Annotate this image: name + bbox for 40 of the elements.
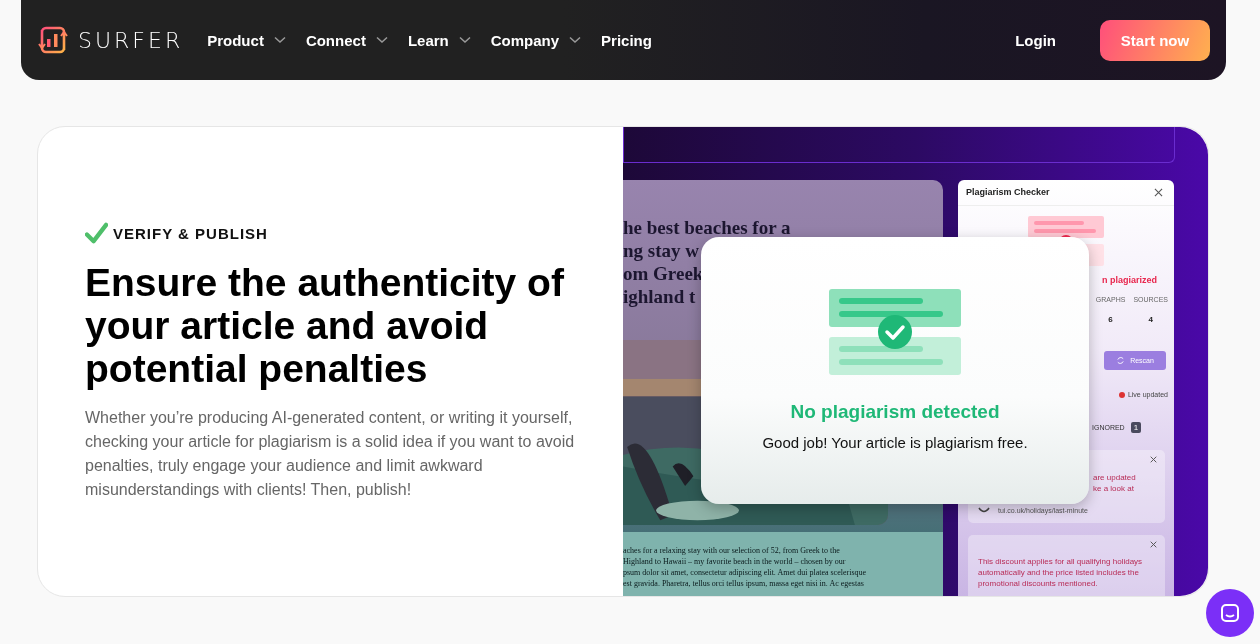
status-text: n plagiarized bbox=[1102, 275, 1157, 285]
article-text-line: est gravida. Pharetra, tellus orci tellus ipsum, massa eget nisi in. Ac egestas bbox=[623, 578, 865, 589]
section-label: VERIFY & PUBLISH bbox=[113, 225, 268, 242]
nav-link[interactable]: Learn bbox=[407, 31, 471, 49]
article-text-line: Highland to Hawaii – my favorite beach in the world – chosen by our bbox=[623, 556, 847, 567]
article-title-line: ighland t bbox=[623, 285, 697, 308]
match-text-line: promotional discounts mentioned. bbox=[978, 578, 1099, 589]
refresh-icon bbox=[1116, 356, 1126, 365]
article-title-line: he best beaches for a bbox=[623, 216, 792, 239]
match-text-line: This discount applies for all qualifying holidays bbox=[978, 556, 1144, 567]
article-title-line: ng stay w bbox=[623, 239, 700, 262]
panel-title: Plagiarism Checker bbox=[966, 187, 1050, 197]
chat-button[interactable] bbox=[1206, 589, 1254, 637]
chat-icon bbox=[1220, 603, 1240, 623]
nav-link[interactable]: Pricing bbox=[601, 31, 652, 49]
match-text-line: automatically and the price listed includes the bbox=[978, 567, 1140, 578]
stat-value: 6 bbox=[1108, 315, 1113, 324]
article-text-line: psum dolor sit amet, consectetur adipiscing elit. Amet dui platea scelerisque bbox=[623, 567, 868, 578]
close-icon[interactable] bbox=[1150, 456, 1157, 463]
live-dot-icon bbox=[1118, 391, 1125, 398]
close-icon[interactable] bbox=[1154, 187, 1163, 197]
close-icon[interactable] bbox=[1150, 541, 1157, 548]
count-badge: 1 bbox=[1130, 422, 1142, 433]
check-icon bbox=[85, 222, 108, 245]
article-text-line: aches for a relaxing stay with our selection of 52, from Greek to the bbox=[623, 545, 841, 556]
match-text-line: ke a look at bbox=[1093, 483, 1135, 494]
stat-value: 4 bbox=[1148, 315, 1153, 324]
match-text-line: are updated bbox=[1093, 472, 1137, 483]
nav-link[interactable]: Product bbox=[207, 31, 286, 49]
headline: Ensure the authenticity of your article and avoid potential penalties bbox=[85, 261, 565, 390]
nav-link[interactable]: Connect bbox=[305, 31, 388, 49]
description: Whether you’re producing AI-generated content, or writing it yourself, checking your article for plagiarism is a solid idea if you want to avoid penalties, truly engage your audience and limit awkward misunderstandings with clients! Then, publish! bbox=[85, 408, 575, 500]
result-title: No plagiarism detected bbox=[790, 401, 1000, 423]
result-message: Good job! Your article is plagiarism free. bbox=[762, 434, 1028, 451]
smile-icon bbox=[978, 506, 990, 514]
nav-link[interactable]: Company bbox=[490, 31, 582, 49]
login-link[interactable]: Login bbox=[1015, 31, 1056, 49]
logo-wordmark[interactable]: SURFER bbox=[78, 27, 184, 53]
article-title-line: om Greek bbox=[623, 262, 705, 285]
logo-icon[interactable] bbox=[37, 24, 69, 56]
